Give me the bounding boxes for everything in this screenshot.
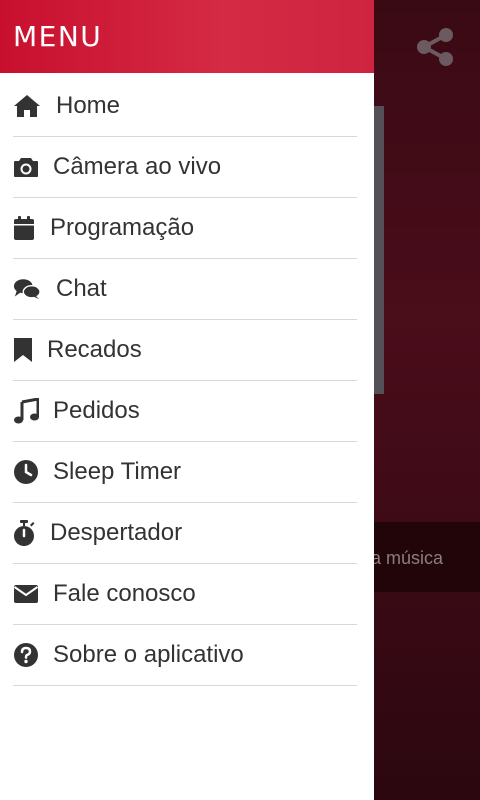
drawer-header: MENU: [0, 0, 374, 73]
menu-item-label: Fale conosco: [53, 580, 196, 607]
player-bar-text: a música: [374, 548, 443, 568]
drawer-title: MENU: [13, 20, 103, 53]
menu-item-chat[interactable]: Chat: [13, 259, 357, 320]
menu-item-label: Programação: [50, 214, 195, 241]
envelope-icon: [13, 580, 41, 608]
menu-item-home[interactable]: Home: [13, 73, 357, 137]
menu-list: Home Câmera ao vivo Programação Chat Rec…: [0, 73, 374, 686]
camera-icon: [13, 153, 41, 181]
menu-item-label: Recados: [47, 336, 142, 363]
menu-item-requests[interactable]: Pedidos: [13, 381, 357, 442]
app-screen: a música MENU Home Câmera ao vivo Progra…: [0, 0, 480, 800]
menu-item-about[interactable]: Sobre o aplicativo: [13, 625, 357, 686]
clock-icon: [13, 458, 41, 486]
bookmark-icon: [13, 336, 35, 364]
navigation-drawer: MENU Home Câmera ao vivo Programação Cha…: [0, 0, 374, 800]
menu-item-sleep-timer[interactable]: Sleep Timer: [13, 442, 357, 503]
stopwatch-icon: [13, 519, 37, 547]
menu-item-alarm[interactable]: Despertador: [13, 503, 357, 564]
menu-item-label: Pedidos: [53, 397, 140, 424]
player-bar[interactable]: a música: [374, 522, 480, 592]
calendar-icon: [13, 214, 37, 242]
background-scrollbar: [374, 106, 384, 394]
menu-item-label: Sleep Timer: [53, 458, 182, 485]
menu-item-label: Sobre o aplicativo: [53, 641, 244, 668]
home-icon: [13, 92, 41, 120]
question-circle-icon: [13, 641, 41, 669]
menu-item-label: Home: [56, 91, 121, 119]
menu-item-schedule[interactable]: Programação: [13, 198, 357, 259]
chat-icon: [13, 275, 41, 303]
menu-item-label: Câmera ao vivo: [53, 153, 222, 180]
menu-item-camera[interactable]: Câmera ao vivo: [13, 137, 357, 198]
menu-item-label: Despertador: [50, 519, 183, 546]
menu-item-contact[interactable]: Fale conosco: [13, 564, 357, 625]
menu-item-label: Chat: [56, 275, 107, 302]
music-note-icon: [13, 397, 41, 425]
menu-item-messages[interactable]: Recados: [13, 320, 357, 381]
share-icon[interactable]: [414, 26, 456, 68]
